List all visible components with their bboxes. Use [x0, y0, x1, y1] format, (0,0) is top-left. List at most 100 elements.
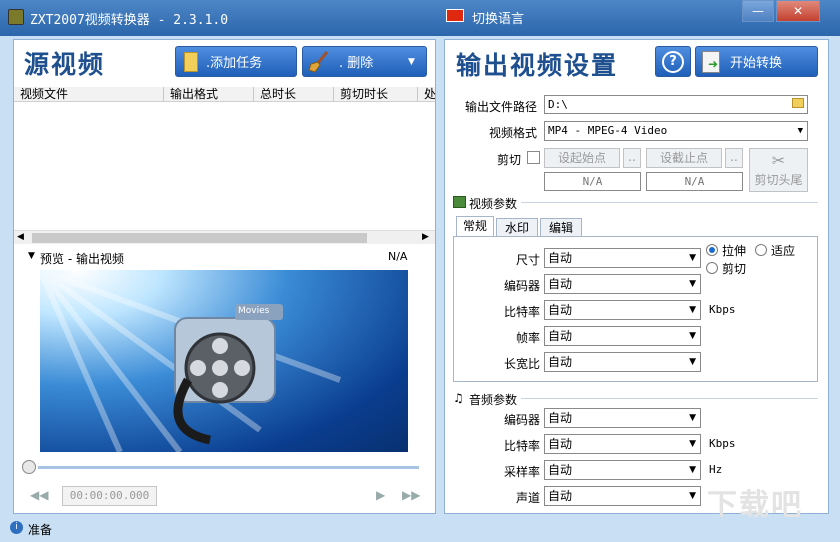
aspect-ratio-select[interactable]: 自动 ▼ — [544, 352, 701, 372]
sample-rate-unit: Hz — [709, 463, 723, 476]
end-picker-button[interactable]: .. — [725, 148, 743, 168]
output-path-label: 输出文件路径 — [465, 100, 538, 114]
audio-params-label: 音频参数 — [469, 393, 518, 407]
seek-handle[interactable] — [22, 460, 36, 474]
play-icon[interactable]: ▶ — [376, 488, 385, 502]
video-format-select[interactable]: MP4 - MPEG-4 Video ▼ — [544, 121, 808, 141]
horizontal-scrollbar[interactable]: ◀ ▶ — [14, 230, 435, 244]
audio-bitrate-value: 自动 — [548, 437, 573, 451]
framerate-value: 自动 — [548, 329, 573, 343]
fast-forward-icon[interactable]: ▶▶ — [402, 488, 420, 502]
video-encoder-value: 自动 — [548, 277, 573, 291]
size-select[interactable]: 自动 ▼ — [544, 248, 701, 268]
column-header-cut-duration[interactable]: 剪切时长 — [334, 87, 418, 102]
end-time-field[interactable]: N/A — [646, 172, 743, 191]
tab-edit[interactable]: 编辑 — [540, 218, 582, 237]
sample-rate-value: 自动 — [548, 463, 573, 477]
chevron-down-icon: ▼ — [689, 357, 696, 367]
music-note-icon: ♫ — [453, 391, 464, 405]
help-icon: ? — [662, 50, 684, 73]
scroll-right-icon[interactable]: ▶ — [422, 232, 429, 242]
start-convert-button[interactable]: ➜ 开始转换 — [695, 46, 818, 77]
divider — [521, 398, 818, 399]
video-bitrate-label: 比特率 — [503, 305, 540, 319]
switch-language-button[interactable]: 切换语言 — [472, 8, 524, 27]
preview-label: 预览 - 输出视频 — [40, 252, 124, 266]
audio-bitrate-unit: Kbps — [709, 437, 736, 450]
info-icon: i — [10, 521, 23, 534]
china-flag-icon[interactable] — [446, 9, 464, 22]
set-start-button[interactable]: 设起始点 — [544, 148, 620, 168]
tab-general[interactable]: 常规 — [456, 216, 494, 237]
preview-value: N/A — [388, 250, 408, 263]
audio-bitrate-select[interactable]: 自动 ▼ — [544, 434, 701, 454]
close-button[interactable]: ✕ — [776, 0, 820, 22]
chevron-down-icon: ▼ — [689, 491, 696, 501]
start-picker-button[interactable]: .. — [623, 148, 641, 168]
sample-rate-select[interactable]: 自动 ▼ — [544, 460, 701, 480]
broom-icon — [307, 50, 331, 74]
set-end-button[interactable]: 设截止点 — [646, 148, 722, 168]
crop-radio[interactable] — [706, 262, 718, 274]
channels-value: 自动 — [548, 489, 573, 503]
chevron-down-icon[interactable]: ▼ — [408, 57, 426, 67]
column-header-output-format[interactable]: 输出格式 — [164, 87, 254, 102]
start-time-field[interactable]: N/A — [544, 172, 641, 191]
audio-encoder-value: 自动 — [548, 411, 573, 425]
stretch-radio[interactable] — [706, 244, 718, 256]
video-bitrate-select[interactable]: 自动 ▼ — [544, 300, 701, 320]
cut-head-tail-button[interactable]: ✂ 剪切头尾 — [749, 148, 808, 192]
window-title: ZXT2007视频转换器 - 2.3.1.0 — [30, 13, 229, 28]
chevron-down-icon: ▼ — [689, 253, 696, 263]
file-list[interactable] — [14, 102, 435, 230]
framerate-label: 帧率 — [515, 331, 540, 345]
framerate-select[interactable]: 自动 ▼ — [544, 326, 701, 346]
fit-label: 适应 — [771, 244, 796, 258]
film-reel-graphic — [40, 270, 342, 452]
fit-radio[interactable] — [755, 244, 767, 256]
collapse-triangle-icon[interactable]: ▼ — [28, 251, 35, 261]
help-button[interactable]: ? — [655, 46, 691, 77]
chevron-down-icon: ▼ — [689, 305, 696, 315]
tab-watermark[interactable]: 水印 — [496, 218, 538, 237]
browse-folder-icon[interactable] — [792, 98, 804, 108]
scissors-icon: ✂ — [771, 151, 786, 170]
chevron-down-icon: ▼ — [689, 439, 696, 449]
chevron-down-icon: ▼ — [689, 465, 696, 475]
output-settings-panel: 输出视频设置 ? ➜ 开始转换 输出文件路径 D:\ 视频格式 MP4 - MP… — [444, 39, 829, 523]
video-format-value: MP4 - MPEG-4 Video — [548, 124, 668, 137]
column-header-video-file[interactable]: 视频文件 — [14, 87, 164, 102]
app-icon — [8, 9, 24, 25]
minimize-button[interactable]: — — [742, 0, 774, 22]
channels-select[interactable]: 自动 ▼ — [544, 486, 701, 506]
scroll-left-icon[interactable]: ◀ — [17, 232, 24, 242]
rewind-icon[interactable]: ◀◀ — [30, 488, 48, 502]
video-format-label: 视频格式 — [489, 126, 538, 140]
seek-track[interactable] — [38, 466, 419, 469]
column-header-total-duration[interactable]: 总时长 — [254, 87, 334, 102]
delete-button[interactable]: . 删除 ▼ — [302, 46, 427, 77]
column-header-process[interactable]: 处 — [418, 87, 435, 102]
title-bar: ZXT2007视频转换器 - 2.3.1.0 切换语言 — ✕ — [0, 0, 840, 36]
cut-checkbox[interactable] — [527, 151, 540, 164]
crop-label: 剪切 — [722, 262, 747, 276]
video-bitrate-unit: Kbps — [709, 303, 736, 316]
status-text: 准备 — [28, 523, 53, 537]
output-settings-heading: 输出视频设置 — [456, 51, 619, 80]
add-task-button[interactable]: .添加任务 — [175, 46, 297, 77]
add-task-label: .添加任务 — [206, 56, 263, 71]
chevron-down-icon: ▼ — [689, 413, 696, 423]
convert-icon: ➜ — [702, 50, 720, 73]
stretch-label: 拉伸 — [722, 244, 747, 258]
output-path-field[interactable]: D:\ — [544, 95, 808, 114]
audio-bitrate-label: 比特率 — [503, 439, 540, 453]
video-params-icon — [453, 196, 466, 208]
size-value: 自动 — [548, 251, 573, 265]
chevron-down-icon: ▼ — [797, 126, 803, 136]
video-bitrate-value: 自动 — [548, 303, 573, 317]
scrollbar-thumb[interactable] — [32, 233, 367, 243]
video-encoder-label: 编码器 — [503, 279, 540, 293]
audio-encoder-select[interactable]: 自动 ▼ — [544, 408, 701, 428]
video-encoder-select[interactable]: 自动 ▼ — [544, 274, 701, 294]
cut-label: 剪切 — [497, 153, 522, 167]
